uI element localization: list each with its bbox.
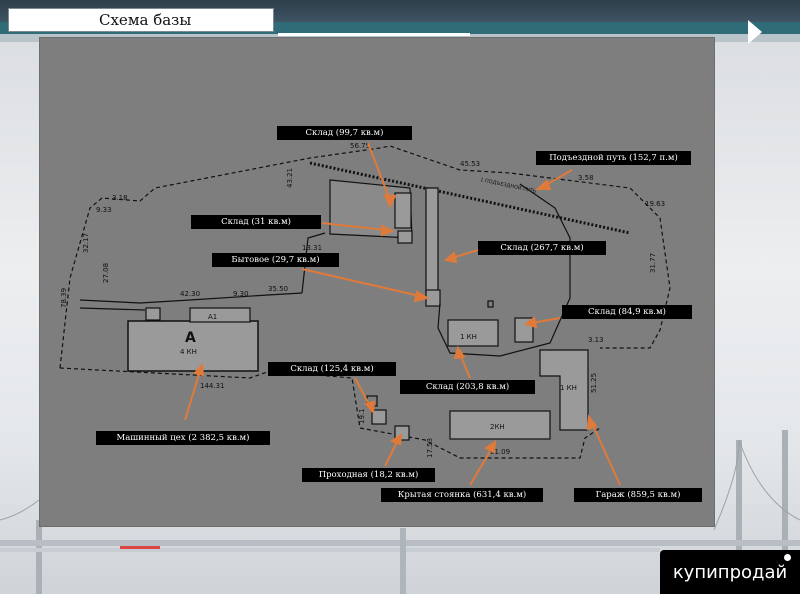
label-bytovoe: Бытовое (29,7 кв.м) bbox=[212, 253, 339, 267]
plan-dim-4: 3.58 bbox=[578, 174, 594, 182]
label-prohodnaya: Проходная (18,2 кв.м) bbox=[302, 468, 435, 482]
label-garazh: Гараж (859,5 кв.м) bbox=[574, 488, 702, 502]
plan-dim-11: 27.08 bbox=[102, 263, 110, 283]
site-plan-drawing: 56.75 45.53 43.21 3.58 19.63 31.77 13.31… bbox=[59, 142, 671, 486]
watermark-text: купипродай bbox=[672, 561, 788, 583]
rail-label: 1 ПОДЪЕЗДНОЙ ПУТЬ bbox=[480, 176, 538, 195]
building-a1: А1 bbox=[208, 313, 217, 321]
building-1kn: 1 КН bbox=[460, 333, 477, 341]
plan-dim-6: 31.77 bbox=[649, 253, 657, 273]
building-a-sub: 4 КН bbox=[180, 348, 197, 356]
plan-dim-18: 51.25 bbox=[590, 373, 598, 393]
plan-dim-8: 35.50 bbox=[268, 285, 288, 293]
plan-dim-9: 42.30 bbox=[180, 290, 200, 298]
plan-dim-1: 56.75 bbox=[350, 142, 370, 150]
label-sklad-267: Склад (267,7 кв.м) bbox=[478, 241, 606, 255]
plan-dim-10: 9.30 bbox=[233, 290, 249, 298]
plan-dim-21: 17.53 bbox=[426, 438, 434, 458]
plan-dim-2: 45.53 bbox=[460, 160, 480, 168]
plan-dim-20: 19.1 bbox=[358, 408, 366, 424]
plan-dim-3: 43.21 bbox=[286, 168, 294, 188]
site-plan-panel: 56.75 45.53 43.21 3.58 19.63 31.77 13.31… bbox=[40, 38, 714, 526]
label-krytaya-stoyanka: Крытая стоянка (631,4 кв.м) bbox=[381, 488, 543, 502]
plan-dim-15: 78.39 bbox=[60, 288, 68, 308]
label-sklad-203: Склад (203,8 кв.м) bbox=[400, 380, 535, 394]
watermark-logo: купипродай bbox=[660, 550, 800, 594]
plan-dim-5: 19.63 bbox=[645, 200, 665, 208]
plan-dim-13: 9.33 bbox=[96, 206, 112, 214]
plan-dim-19: 3.13 bbox=[588, 336, 604, 344]
building-2kn: 2КН bbox=[490, 423, 505, 431]
plan-dim-7: 13.31 bbox=[302, 244, 322, 252]
plan-dim-14: 3.18 bbox=[112, 194, 128, 202]
plan-dim-12: 32.17 bbox=[82, 233, 90, 253]
building-a-letter: A bbox=[185, 330, 196, 346]
label-sklad-31: Склад (31 кв.м) bbox=[191, 215, 321, 229]
watermark-dot-icon bbox=[784, 554, 791, 561]
label-sklad-125: Склад (125,4 кв.м) bbox=[268, 362, 396, 376]
label-sklad-84: Склад (84,9 кв.м) bbox=[562, 305, 692, 319]
label-sklad-99: Склад (99,7 кв.м) bbox=[277, 126, 412, 140]
plan-dim-16: 144.31 bbox=[200, 382, 225, 390]
slide-title: Схема базы bbox=[8, 8, 274, 32]
label-podezdnoy-put: Подъездной путь (152,7 п.м) bbox=[536, 151, 691, 165]
building-1kn-garage: 1 КН bbox=[560, 384, 577, 392]
slide-title-text: Схема базы bbox=[99, 11, 192, 29]
label-mashinny-tseh: Машинный цех (2 382,5 кв.м) bbox=[96, 431, 270, 445]
